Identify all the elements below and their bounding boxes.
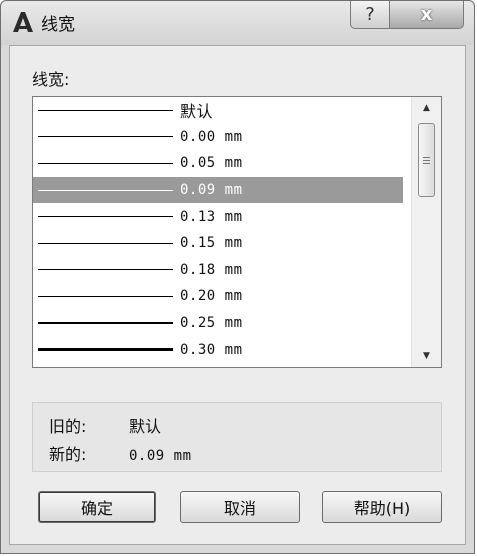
lineweight-option[interactable]: 0.00 mm xyxy=(33,124,403,151)
window-title: 线宽 xyxy=(41,15,75,35)
lineweight-sample-line xyxy=(38,109,173,111)
lineweight-info-panel: 旧的: 默认 新的: 0.09 mm xyxy=(32,402,442,472)
lineweight-option-label: 0.30 mm xyxy=(180,341,243,358)
lineweight-option[interactable]: 0.15 mm xyxy=(33,230,403,257)
close-button[interactable]: x xyxy=(390,1,464,29)
lineweight-option[interactable]: 0.25 mm xyxy=(33,310,403,337)
old-value: 默认 xyxy=(129,417,162,436)
title-bar[interactable]: 线宽 ? x xyxy=(1,1,474,45)
lineweight-option-label: 0.20 mm xyxy=(180,288,243,305)
lineweight-sample-line xyxy=(38,189,173,191)
ok-button[interactable]: 确定 xyxy=(38,491,156,523)
new-lineweight-row: 新的: 0.09 mm xyxy=(49,441,192,465)
question-icon: ? xyxy=(365,4,375,25)
lineweight-sample-line xyxy=(38,162,173,164)
vertical-scrollbar[interactable]: ▲ ▼ xyxy=(411,97,441,367)
old-label: 旧的: xyxy=(49,417,87,436)
lineweight-sample-line xyxy=(38,295,173,298)
lineweight-option-label: 0.05 mm xyxy=(180,155,243,172)
lineweight-option-label: 0.09 mm xyxy=(180,182,243,199)
dialog-body: 线宽: 默认 0.00 mm 0.05 mm 0.09 mm 0.13 mm 0.15 m… xyxy=(9,45,466,545)
new-label: 新的: xyxy=(49,445,87,464)
lineweight-option[interactable]: 默认 xyxy=(33,97,403,124)
lineweight-option-label: 0.15 mm xyxy=(180,235,243,252)
scroll-down-arrow-icon[interactable]: ▼ xyxy=(412,347,441,365)
old-lineweight-row: 旧的: 默认 xyxy=(49,413,161,437)
lineweight-option-label: 0.13 mm xyxy=(180,208,243,225)
lineweight-rows: 默认 0.00 mm 0.05 mm 0.09 mm 0.13 mm 0.15 mm 0.1… xyxy=(33,97,403,367)
lineweight-list[interactable]: 默认 0.00 mm 0.05 mm 0.09 mm 0.13 mm 0.15 mm 0.1… xyxy=(32,96,442,368)
lineweight-sample-line xyxy=(38,348,173,352)
lineweight-option-label: 默认 xyxy=(180,102,214,122)
lineweight-label: 线宽: xyxy=(32,70,70,89)
autocad-logo-icon xyxy=(13,12,33,32)
lineweight-option[interactable]: 0.30 mm xyxy=(33,336,403,363)
lineweight-option-label: 0.18 mm xyxy=(180,261,243,278)
lineweight-option[interactable]: 0.18 mm xyxy=(33,257,403,284)
help-button[interactable]: 帮助(H) xyxy=(322,491,442,523)
new-value: 0.09 mm xyxy=(129,448,192,464)
lineweight-option-label: 0.25 mm xyxy=(180,315,243,332)
lineweight-option[interactable]: 0.20 mm xyxy=(33,283,403,310)
help-title-button[interactable]: ? xyxy=(350,1,390,29)
lineweight-option[interactable]: 0.09 mm xyxy=(33,176,403,204)
lineweight-sample-line xyxy=(38,136,173,138)
lineweight-option[interactable]: 0.13 mm xyxy=(33,203,403,230)
lineweight-sample-line xyxy=(38,242,173,244)
lineweight-sample-line xyxy=(38,322,173,324)
cancel-button[interactable]: 取消 xyxy=(180,491,300,523)
scroll-thumb[interactable] xyxy=(418,123,435,197)
lineweight-sample-line xyxy=(38,269,173,271)
lineweight-option[interactable]: 0.05 mm xyxy=(33,150,403,177)
scroll-up-arrow-icon[interactable]: ▲ xyxy=(412,99,441,117)
close-icon: x xyxy=(420,4,433,25)
lineweight-sample-line xyxy=(38,216,173,218)
lineweight-dialog: 线宽 ? x 线宽: 默认 0.00 mm 0.05 mm 0.09 mm 0.13 m… xyxy=(0,0,475,554)
lineweight-option-label: 0.00 mm xyxy=(180,128,243,145)
